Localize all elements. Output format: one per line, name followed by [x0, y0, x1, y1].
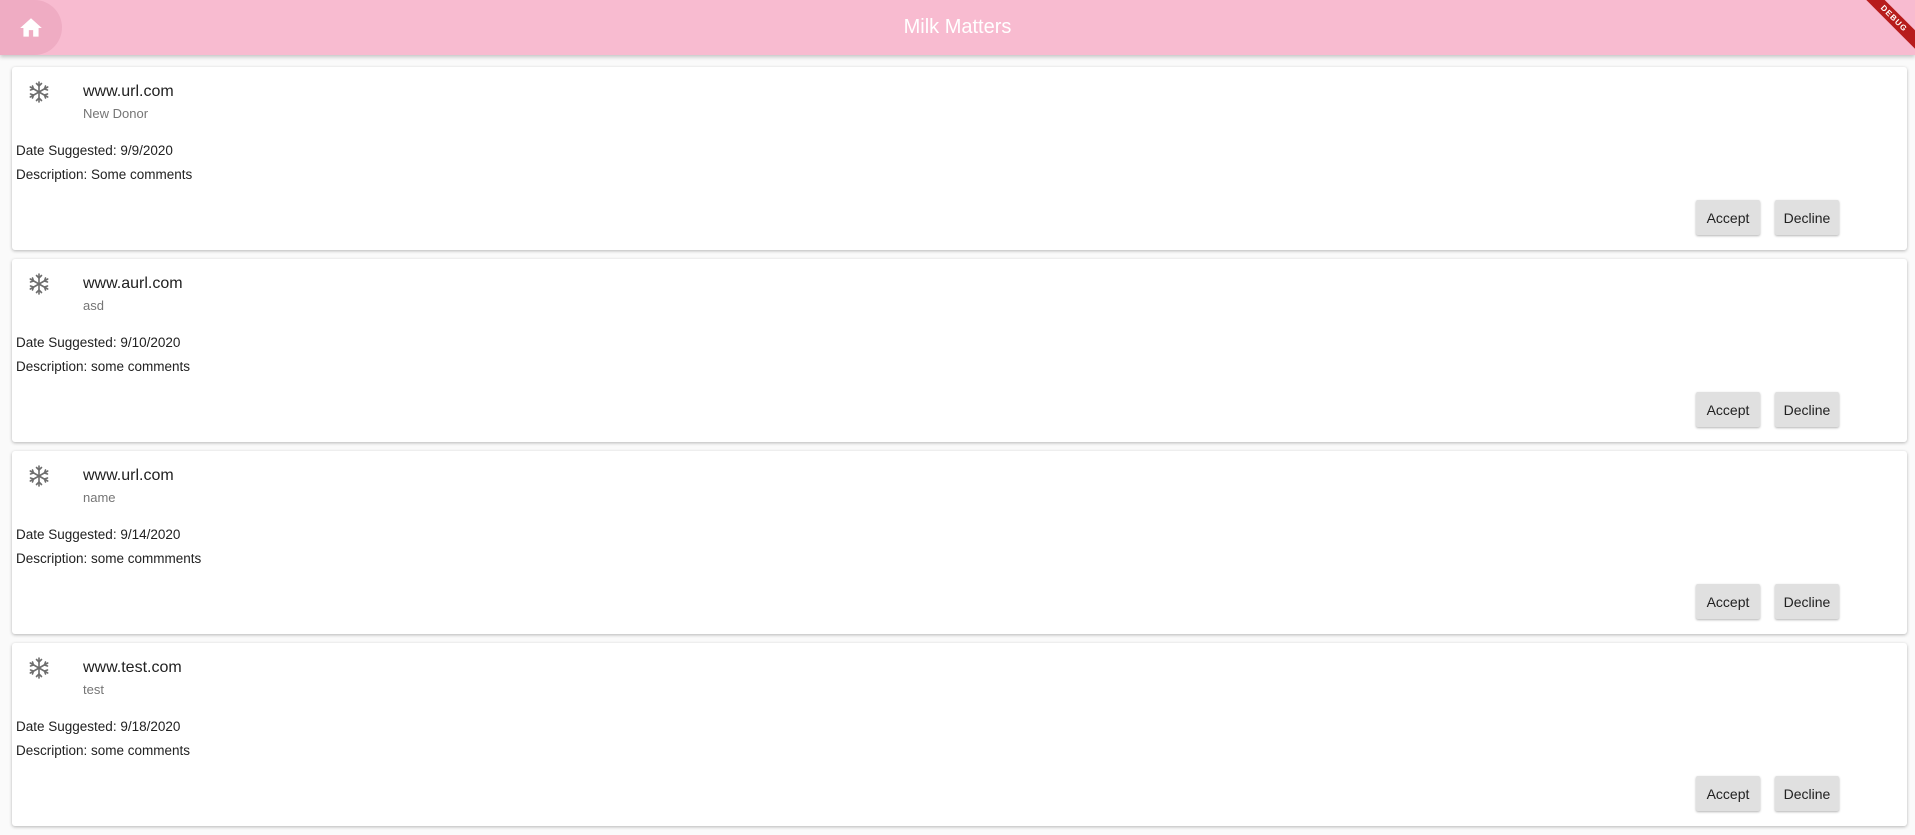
- suggestion-url: www.url.com: [83, 467, 174, 484]
- suggestion-name: name: [83, 490, 116, 505]
- snowflake-icon: [29, 465, 49, 487]
- decline-button[interactable]: Decline: [1775, 392, 1839, 427]
- suggestion-card: www.aurl.com asd Date Suggested: 9/10/20…: [12, 259, 1907, 442]
- suggestion-name: test: [83, 682, 104, 697]
- date-suggested: Date Suggested: 9/18/2020: [16, 719, 181, 734]
- page-title: Milk Matters: [903, 16, 1012, 38]
- accept-button[interactable]: Accept: [1696, 584, 1760, 619]
- decline-button[interactable]: Decline: [1775, 776, 1839, 811]
- debug-banner: DEBUG: [1855, 0, 1915, 60]
- suggestion-card: www.test.com test Date Suggested: 9/18/2…: [12, 643, 1907, 826]
- suggestion-name: asd: [83, 298, 104, 313]
- date-suggested: Date Suggested: 9/14/2020: [16, 527, 181, 542]
- suggestion-url: www.url.com: [83, 83, 174, 100]
- accept-button[interactable]: Accept: [1696, 392, 1760, 427]
- accept-button[interactable]: Accept: [1696, 200, 1760, 235]
- suggestion-list: www.url.com New Donor Date Suggested: 9/…: [12, 67, 1907, 835]
- app-bar: Milk Matters: [0, 0, 1915, 55]
- description: Description: Some comments: [16, 167, 193, 182]
- suggestion-card: www.url.com name Date Suggested: 9/14/20…: [12, 451, 1907, 634]
- decline-button[interactable]: Decline: [1775, 200, 1839, 235]
- suggestion-card: www.url.com New Donor Date Suggested: 9/…: [12, 67, 1907, 250]
- date-suggested: Date Suggested: 9/10/2020: [16, 335, 181, 350]
- suggestion-url: www.test.com: [83, 659, 182, 676]
- date-suggested: Date Suggested: 9/9/2020: [16, 143, 173, 158]
- suggestion-name: New Donor: [83, 106, 149, 121]
- accept-button[interactable]: Accept: [1696, 776, 1760, 811]
- snowflake-icon: [29, 81, 49, 103]
- snowflake-icon: [29, 273, 49, 295]
- suggestion-url: www.aurl.com: [83, 275, 183, 292]
- debug-banner-label: DEBUG: [1857, 0, 1915, 55]
- description: Description: some comments: [16, 359, 191, 374]
- description: Description: some comments: [16, 743, 191, 758]
- snowflake-icon: [29, 657, 49, 679]
- description: Description: some commments: [16, 551, 202, 566]
- decline-button[interactable]: Decline: [1775, 584, 1839, 619]
